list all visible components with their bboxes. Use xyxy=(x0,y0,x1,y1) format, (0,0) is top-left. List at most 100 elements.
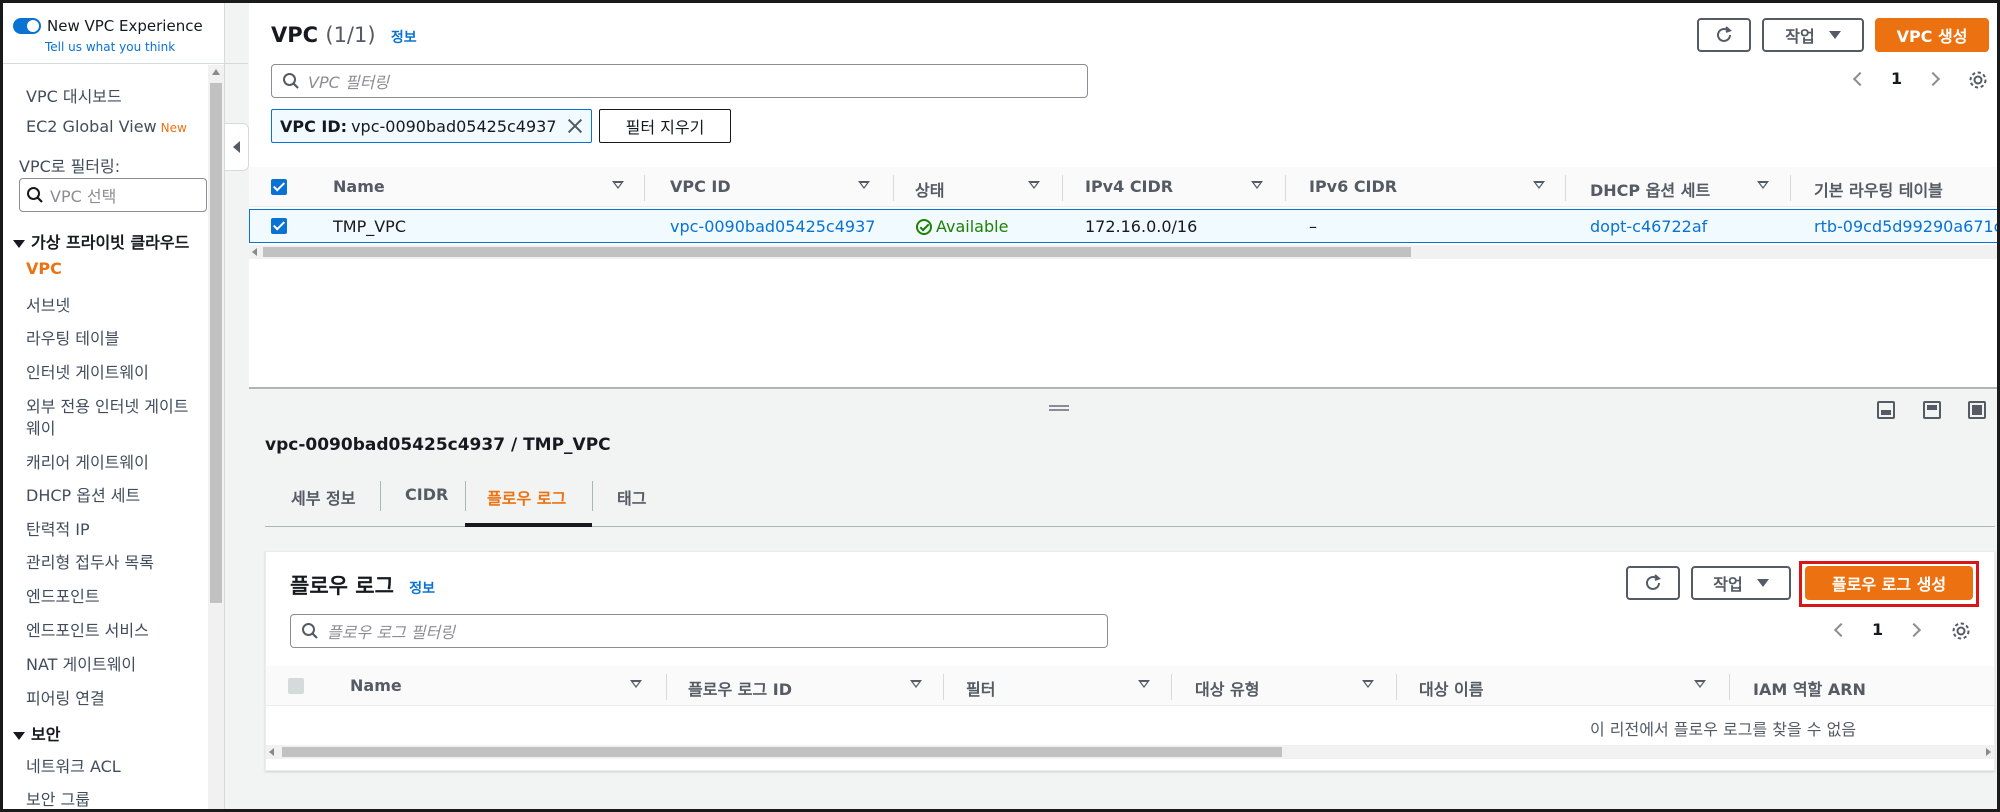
column-divider[interactable] xyxy=(1396,674,1397,700)
sort-icon[interactable] xyxy=(1251,181,1263,189)
split-side-icon[interactable] xyxy=(1923,401,1941,419)
refresh-button[interactable] xyxy=(1697,18,1751,52)
sort-icon[interactable] xyxy=(1362,680,1374,688)
info-link[interactable]: 정보 xyxy=(391,30,417,46)
split-bottom-icon[interactable] xyxy=(1877,401,1895,419)
sidebar-item-dhcp-option-sets[interactable]: DHCP 옵션 세트 xyxy=(26,482,140,506)
resize-handle-icon[interactable] xyxy=(1049,405,1069,411)
chevron-left-icon[interactable] xyxy=(1852,71,1868,86)
column-header-main-route-table[interactable]: 기본 라우팅 테이블 xyxy=(1814,177,1943,201)
tab-cidr[interactable]: CIDR xyxy=(405,485,448,504)
sort-icon[interactable] xyxy=(612,181,624,189)
feedback-link[interactable]: Tell us what you think xyxy=(45,40,175,54)
create-vpc-button[interactable]: VPC 생성 xyxy=(1875,18,1989,52)
sidebar-item-elastic-ips[interactable]: 탄력적 IP xyxy=(26,516,90,540)
page-number[interactable]: 1 xyxy=(1891,69,1902,88)
select-all-checkbox[interactable] xyxy=(271,179,287,195)
create-flow-log-button[interactable]: 플로우 로그 생성 xyxy=(1805,566,1973,600)
column-header-destination-type[interactable]: 대상 유형 xyxy=(1195,676,1259,700)
column-divider[interactable] xyxy=(644,175,645,201)
sidebar-item-route-tables[interactable]: 라우팅 테이블 xyxy=(26,325,119,349)
page-number[interactable]: 1 xyxy=(1872,620,1883,639)
sidebar-item-endpoints[interactable]: 엔드포인트 xyxy=(26,583,100,607)
sidebar-item-nat-gateways[interactable]: NAT 게이트웨이 xyxy=(26,651,136,675)
scroll-left-icon[interactable] xyxy=(252,248,257,256)
sort-icon[interactable] xyxy=(630,680,642,688)
column-divider[interactable] xyxy=(1565,175,1566,201)
cell-dhcp-link[interactable]: dopt-c46722af xyxy=(1590,217,1707,236)
vpc-search-input[interactable]: VPC 필터링 xyxy=(271,64,1088,98)
split-full-icon[interactable] xyxy=(1968,401,1986,419)
sidebar-section-vpc[interactable]: 가상 프라이빗 클라우드 xyxy=(13,229,189,253)
column-divider[interactable] xyxy=(666,674,667,700)
column-divider[interactable] xyxy=(1729,674,1730,700)
flow-log-search-input[interactable]: 플로우 로그 필터링 xyxy=(290,614,1108,648)
vpc-table-hscrollbar[interactable] xyxy=(249,245,1997,259)
sidebar-item-endpoint-services[interactable]: 엔드포인트 서비스 xyxy=(26,617,149,641)
gear-icon[interactable] xyxy=(1967,69,1989,91)
sort-icon[interactable] xyxy=(1028,181,1040,189)
cell-vpc-id-link[interactable]: vpc-0090bad05425c4937 xyxy=(670,217,875,236)
sidebar-item-subnets[interactable]: 서브넷 xyxy=(26,292,70,316)
column-divider[interactable] xyxy=(1171,674,1172,700)
column-header-vpc-id[interactable]: VPC ID xyxy=(670,177,731,196)
sidebar-item-carrier-gateways[interactable]: 캐리어 게이트웨이 xyxy=(26,449,149,473)
column-header-name[interactable]: Name xyxy=(333,177,385,196)
sidebar-item-egress-only-igw[interactable]: 외부 전용 인터넷 게이트 xyxy=(26,393,188,417)
column-header-flow-log-id[interactable]: 플로우 로그 ID xyxy=(688,676,792,700)
tab-details[interactable]: 세부 정보 xyxy=(291,485,355,509)
sidebar-item-vpc[interactable]: VPC xyxy=(26,259,62,278)
close-icon[interactable] xyxy=(567,118,583,134)
flow-log-table-hscrollbar[interactable] xyxy=(266,745,1994,759)
chevron-left-icon[interactable] xyxy=(1833,622,1849,637)
vpc-filter-select[interactable]: VPC 선택 xyxy=(19,178,207,212)
sort-icon[interactable] xyxy=(1138,680,1150,688)
scrollbar-thumb[interactable] xyxy=(282,747,1282,757)
column-header-dhcp-options[interactable]: DHCP 옵션 세트 xyxy=(1590,177,1710,201)
tab-flow-logs[interactable]: 플로우 로그 xyxy=(487,485,566,509)
gear-icon[interactable] xyxy=(1950,620,1972,642)
tab-tags[interactable]: 태그 xyxy=(617,485,646,509)
clear-filters-button[interactable]: 필터 지우기 xyxy=(599,109,731,143)
cell-route-table-link[interactable]: rtb-09cd5d99290a671cf ... xyxy=(1814,217,1997,236)
split-panel-divider[interactable] xyxy=(249,387,1997,389)
actions-dropdown[interactable]: 작업 xyxy=(1762,18,1864,52)
new-experience-toggle-row[interactable]: New VPC Experience xyxy=(13,17,203,35)
scroll-left-icon[interactable] xyxy=(269,748,274,756)
column-header-filter[interactable]: 필터 xyxy=(966,676,995,700)
sidebar-item-managed-prefix-lists[interactable]: 관리형 접두사 목록 xyxy=(26,549,154,573)
sidebar-item-egress-only-igw-cont[interactable]: 웨이 xyxy=(26,415,55,439)
chevron-right-icon[interactable] xyxy=(1926,71,1941,86)
column-header-ipv4-cidr[interactable]: IPv4 CIDR xyxy=(1085,177,1173,196)
column-divider[interactable] xyxy=(943,674,944,700)
sidebar-item-security-groups[interactable]: 보안 그룹 xyxy=(26,786,90,809)
scrollbar-thumb[interactable] xyxy=(210,83,222,603)
sidebar-item-ec2-global-view[interactable]: EC2 Global View New xyxy=(26,117,187,136)
row-checkbox[interactable] xyxy=(271,218,287,234)
toggle-switch[interactable] xyxy=(13,18,41,34)
sidebar-item-vpc-dashboard[interactable]: VPC 대시보드 xyxy=(26,83,122,107)
sidebar-item-internet-gateways[interactable]: 인터넷 게이트웨이 xyxy=(26,359,149,383)
column-header-name[interactable]: Name xyxy=(350,676,402,695)
actions-dropdown[interactable]: 작업 xyxy=(1691,566,1791,600)
column-header-ipv6-cidr[interactable]: IPv6 CIDR xyxy=(1309,177,1397,196)
column-divider[interactable] xyxy=(1285,175,1286,201)
sidebar-item-peering-connections[interactable]: 피어링 연결 xyxy=(26,685,105,709)
scrollbar-thumb[interactable] xyxy=(263,247,1411,257)
collapse-sidebar-button[interactable] xyxy=(225,123,249,171)
refresh-button[interactable] xyxy=(1626,566,1680,600)
table-row[interactable]: TMP_VPC vpc-0090bad05425c4937 Available … xyxy=(249,209,1997,243)
column-divider[interactable] xyxy=(1062,175,1063,201)
column-header-status[interactable]: 상태 xyxy=(915,177,944,201)
sidebar-section-security[interactable]: 보안 xyxy=(13,721,60,745)
sort-icon[interactable] xyxy=(1757,181,1769,189)
sort-icon[interactable] xyxy=(1533,181,1545,189)
column-divider[interactable] xyxy=(893,175,894,201)
info-link[interactable]: 정보 xyxy=(409,581,435,597)
sort-icon[interactable] xyxy=(910,680,922,688)
sort-icon[interactable] xyxy=(858,181,870,189)
scroll-up-icon[interactable] xyxy=(212,69,220,75)
column-header-destination-name[interactable]: 대상 이름 xyxy=(1419,676,1483,700)
column-header-iam-role-arn[interactable]: IAM 역할 ARN xyxy=(1753,676,1866,700)
chevron-right-icon[interactable] xyxy=(1907,622,1922,637)
